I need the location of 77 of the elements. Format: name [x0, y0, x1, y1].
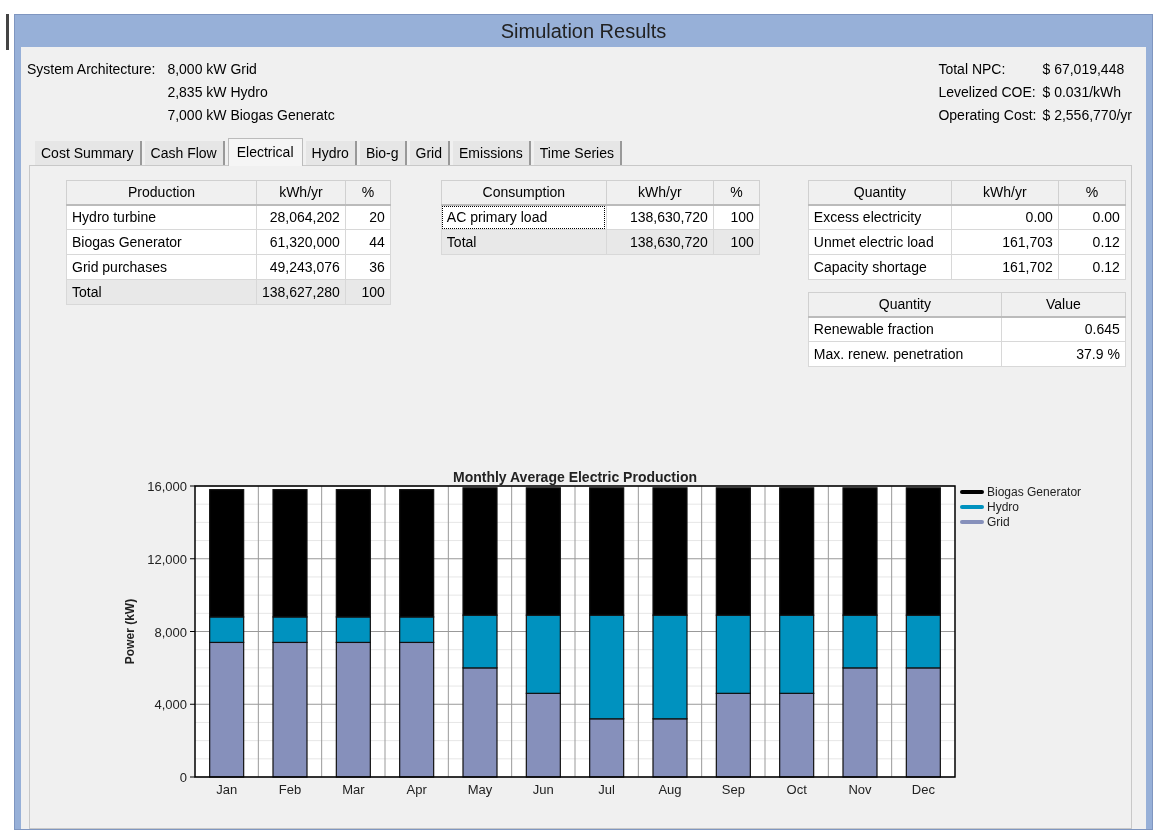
table-cell: Max. renew. penetration [808, 341, 1002, 367]
tab[interactable]: Cash Flow [144, 141, 225, 165]
table-cell: 37.9 % [1001, 341, 1126, 367]
architecture-item: 7,000 kW Biogas Generatc [167, 106, 336, 125]
y-tick-label: 12,000 [147, 551, 187, 567]
tab[interactable]: Cost Summary [35, 141, 142, 165]
tab[interactable]: Grid [409, 141, 450, 165]
architecture-item: 8,000 kW Grid [167, 60, 258, 79]
window-title: Simulation Results [500, 19, 667, 44]
x-tick-label: Jul [598, 782, 615, 797]
table-cell: Hydro turbine [66, 204, 257, 230]
x-tick-label: May [467, 782, 493, 797]
table-cell: Excess electricity [808, 204, 952, 230]
table-cell: Capacity shortage [808, 254, 952, 280]
x-tick-label: Oct [786, 782, 807, 797]
column-header: kWh/yr [951, 180, 1059, 205]
table-cell: AC primary load [441, 204, 607, 230]
cost-value: $ 2,556,770/yr [1042, 106, 1132, 125]
table-cell: 61,320,000 [256, 229, 346, 255]
table-cell: 0.645 [1001, 316, 1126, 342]
y-tick-label: 8,000 [154, 624, 187, 640]
x-tick-label: Jun [532, 782, 554, 797]
table-cell: 138,630,720 [606, 229, 714, 255]
table-cell: Grid purchases [66, 254, 257, 280]
chart-title: Monthly Average Electric Production [453, 469, 697, 485]
column-header: Value [1001, 292, 1126, 317]
table-cell: 0.00 [951, 204, 1059, 230]
y-tick-label: 16,000 [147, 479, 187, 494]
architecture-label: System Architecture: [27, 60, 156, 79]
legend-swatch [960, 520, 984, 524]
tab[interactable]: Hydro [305, 141, 357, 165]
x-tick-label: Aug [658, 782, 682, 797]
cost-value: $ 67,019,448 [1042, 60, 1126, 79]
legend-label: Hydro [987, 500, 1019, 514]
cost-label: Levelized COE: [938, 83, 1037, 102]
table-cell: Total [441, 229, 607, 255]
table-cell: 49,243,076 [256, 254, 346, 280]
legend-swatch [960, 490, 984, 494]
column-header: kWh/yr [606, 180, 714, 205]
column-header: kWh/yr [256, 180, 346, 205]
y-axis-label: Power (kW) [123, 598, 137, 665]
column-header: % [345, 180, 391, 205]
y-tick-label: 0 [179, 770, 187, 785]
column-header: Quantity [808, 292, 1002, 317]
table-cell: Biogas Generator [66, 229, 257, 255]
cost-label: Operating Cost: [938, 106, 1037, 125]
x-tick-label: Mar [342, 782, 365, 797]
column-header: Consumption [441, 180, 607, 205]
column-header: % [1058, 180, 1126, 205]
x-tick-label: Nov [848, 782, 872, 797]
table-cell: 161,702 [951, 254, 1059, 280]
x-tick-label: Jan [216, 782, 238, 797]
table-cell: Unmet electric load [808, 229, 952, 255]
legend-label: Grid [987, 515, 1010, 529]
table-cell: 138,630,720 [606, 204, 714, 230]
cost-label: Total NPC: [938, 60, 1007, 79]
column-header: Quantity [808, 180, 952, 205]
y-tick-label: 4,000 [154, 697, 187, 713]
table-cell: 28,064,202 [256, 204, 346, 230]
table-cell: Total [66, 279, 257, 305]
tab[interactable]: Time Series [533, 141, 622, 165]
cost-value: $ 0.031/kWh [1042, 83, 1123, 102]
table-cell: 138,627,280 [256, 279, 346, 305]
column-header: % [713, 180, 760, 205]
x-tick-label: Sep [721, 782, 745, 797]
tab[interactable]: Electrical [227, 138, 303, 166]
tab[interactable]: Emissions [453, 141, 531, 165]
legend-swatch [960, 505, 984, 509]
column-header: Production [66, 180, 257, 205]
tab[interactable]: Bio-g [359, 141, 407, 165]
x-tick-label: Apr [406, 782, 427, 797]
table-cell: 161,703 [951, 229, 1059, 255]
legend-label: Biogas Generator [987, 485, 1082, 499]
architecture-item: 2,835 kW Hydro [167, 83, 269, 102]
x-tick-label: Dec [911, 782, 935, 797]
table-cell: Renewable fraction [808, 316, 1002, 342]
x-tick-label: Feb [278, 782, 302, 797]
